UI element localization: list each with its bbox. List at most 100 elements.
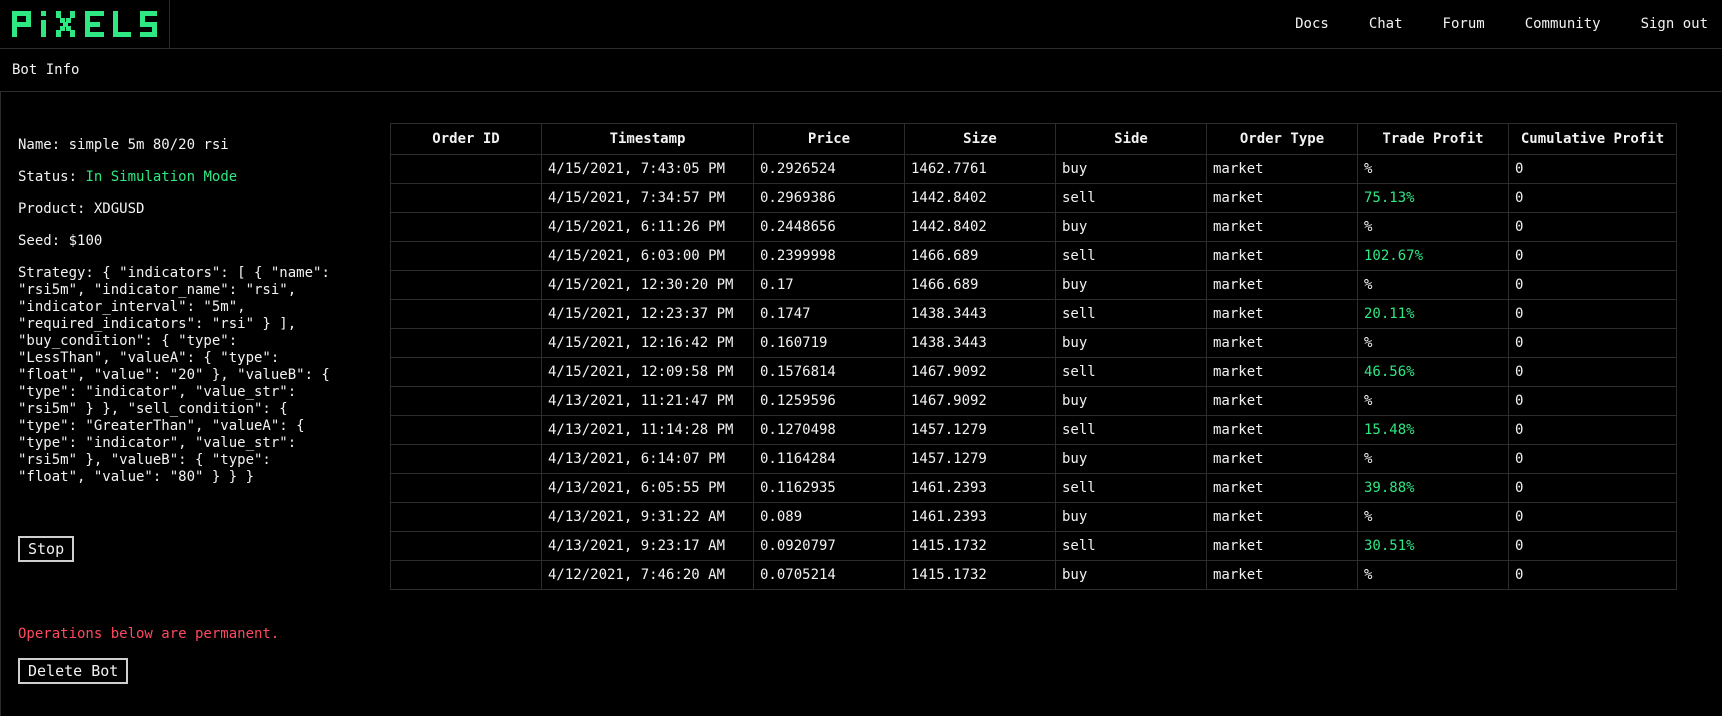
- cell-order-type: market: [1206, 270, 1358, 300]
- cell-size: 1438.3443: [904, 299, 1056, 329]
- table-row: 4/12/2021, 7:46:20 AM 0.0705214 1415.1732 b…: [390, 560, 1677, 590]
- cell-trade-profit: %: [1357, 560, 1509, 590]
- cell-trade-profit: 39.88%: [1357, 473, 1509, 503]
- cell-price: 0.1270498: [753, 415, 905, 445]
- cell-price: 0.1576814: [753, 357, 905, 387]
- bot-product-label: Product:: [18, 201, 86, 217]
- cell-order-type: market: [1206, 154, 1358, 184]
- cell-order-type: market: [1206, 357, 1358, 387]
- cell-side: sell: [1055, 241, 1207, 271]
- cell-price: 0.0705214: [753, 560, 905, 590]
- column-header-price: Price: [753, 123, 905, 155]
- cell-trade-profit: 15.48%: [1357, 415, 1509, 445]
- cell-side: buy: [1055, 502, 1207, 532]
- cell-order-id: [390, 473, 542, 503]
- nav-forum-link[interactable]: Forum: [1443, 16, 1485, 32]
- cell-side: sell: [1055, 299, 1207, 329]
- cell-side: buy: [1055, 154, 1207, 184]
- bot-seed-label: Seed:: [18, 233, 61, 249]
- main-nav: Docs Chat Forum Community Sign out: [1295, 0, 1708, 48]
- cell-size: 1442.8402: [904, 183, 1056, 213]
- column-header-side: Side: [1055, 123, 1207, 155]
- cell-timestamp: 4/13/2021, 6:14:07 PM: [541, 444, 754, 474]
- bot-strategy-value: { "indicators": [ { "name": "rsi5m", "in…: [18, 265, 339, 485]
- bot-seed-value: $100: [68, 233, 103, 249]
- cell-order-id: [390, 502, 542, 532]
- orders-table-body: 4/15/2021, 7:43:05 PM 0.2926524 1462.7761 b…: [390, 154, 1677, 590]
- cell-trade-profit: 30.51%: [1357, 531, 1509, 561]
- pixels-logo-icon: [12, 11, 157, 37]
- cell-size: 1461.2393: [904, 473, 1056, 503]
- cell-cumulative-profit: 0: [1508, 270, 1677, 300]
- cell-timestamp: 4/13/2021, 11:14:28 PM: [541, 415, 754, 445]
- cell-size: 1461.2393: [904, 502, 1056, 532]
- cell-size: 1415.1732: [904, 560, 1056, 590]
- cell-order-type: market: [1206, 328, 1358, 358]
- cell-order-type: market: [1206, 473, 1358, 503]
- cell-price: 0.0920797: [753, 531, 905, 561]
- cell-side: buy: [1055, 560, 1207, 590]
- cell-size: 1442.8402: [904, 212, 1056, 242]
- bot-name-row: Name: simple 5m 80/20 rsi: [18, 137, 338, 154]
- sub-header: Bot Info: [0, 49, 1722, 92]
- cell-price: 0.2926524: [753, 154, 905, 184]
- cell-cumulative-profit: 0: [1508, 473, 1677, 503]
- cell-cumulative-profit: 0: [1508, 357, 1677, 387]
- table-row: 4/15/2021, 12:30:20 PM 0.17 1466.689 buy mar…: [390, 270, 1677, 300]
- cell-timestamp: 4/15/2021, 12:16:42 PM: [541, 328, 754, 358]
- cell-order-id: [390, 241, 542, 271]
- cell-cumulative-profit: 0: [1508, 531, 1677, 561]
- cell-size: 1466.689: [904, 270, 1056, 300]
- cell-trade-profit: 46.56%: [1357, 357, 1509, 387]
- cell-price: 0.2969386: [753, 183, 905, 213]
- cell-order-id: [390, 560, 542, 590]
- cell-cumulative-profit: 0: [1508, 444, 1677, 474]
- column-header-cumulative-profit: Cumulative Profit: [1508, 123, 1677, 155]
- cell-order-type: market: [1206, 531, 1358, 561]
- cell-timestamp: 4/15/2021, 12:23:37 PM: [541, 299, 754, 329]
- cell-order-id: [390, 531, 542, 561]
- cell-trade-profit: %: [1357, 444, 1509, 474]
- delete-bot-button[interactable]: Delete Bot: [18, 658, 129, 684]
- cell-order-type: market: [1206, 386, 1358, 416]
- cell-trade-profit: %: [1357, 270, 1509, 300]
- cell-order-id: [390, 270, 542, 300]
- cell-order-type: market: [1206, 502, 1358, 532]
- cell-timestamp: 4/13/2021, 6:05:55 PM: [541, 473, 754, 503]
- cell-order-type: market: [1206, 415, 1358, 445]
- nav-community-link[interactable]: Community: [1525, 16, 1601, 32]
- cell-cumulative-profit: 0: [1508, 241, 1677, 271]
- stop-button[interactable]: Stop: [18, 536, 75, 562]
- bot-product-row: Product: XDGUSD: [18, 201, 338, 218]
- logo[interactable]: [0, 0, 170, 48]
- table-row: 4/15/2021, 6:03:00 PM 0.2399998 1466.689 se…: [390, 241, 1677, 271]
- bot-name-value: simple 5m 80/20 rsi: [68, 137, 229, 153]
- bot-strategy-label: Strategy:: [18, 265, 94, 281]
- nav-sign-out-link[interactable]: Sign out: [1641, 16, 1708, 32]
- cell-side: sell: [1055, 531, 1207, 561]
- column-header-order-id: Order ID: [390, 123, 542, 155]
- nav-chat-link[interactable]: Chat: [1369, 16, 1403, 32]
- cell-side: sell: [1055, 183, 1207, 213]
- cell-cumulative-profit: 0: [1508, 154, 1677, 184]
- table-row: 4/13/2021, 6:05:55 PM 0.1162935 1461.2393 s…: [390, 473, 1677, 503]
- cell-side: buy: [1055, 386, 1207, 416]
- cell-price: 0.17: [753, 270, 905, 300]
- cell-side: buy: [1055, 444, 1207, 474]
- permanent-operations-warning: Operations below are permanent.: [18, 626, 280, 642]
- cell-order-id: [390, 357, 542, 387]
- cell-order-type: market: [1206, 444, 1358, 474]
- table-row: 4/13/2021, 11:14:28 PM 0.1270498 1457.1279…: [390, 415, 1677, 445]
- cell-timestamp: 4/15/2021, 12:09:58 PM: [541, 357, 754, 387]
- cell-cumulative-profit: 0: [1508, 560, 1677, 590]
- cell-order-id: [390, 328, 542, 358]
- cell-order-id: [390, 444, 542, 474]
- nav-docs-link[interactable]: Docs: [1295, 16, 1329, 32]
- cell-size: 1415.1732: [904, 531, 1056, 561]
- cell-price: 0.1164284: [753, 444, 905, 474]
- bot-status-row: Status: In Simulation Mode: [18, 169, 338, 186]
- cell-timestamp: 4/13/2021, 11:21:47 PM: [541, 386, 754, 416]
- table-row: 4/13/2021, 9:23:17 AM 0.0920797 1415.1732 s…: [390, 531, 1677, 561]
- cell-timestamp: 4/15/2021, 7:43:05 PM: [541, 154, 754, 184]
- cell-side: buy: [1055, 212, 1207, 242]
